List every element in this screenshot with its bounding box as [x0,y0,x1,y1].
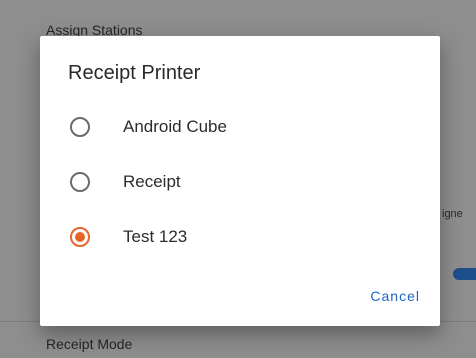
option-label: Test 123 [123,227,188,246]
dialog-title: Receipt Printer [68,62,201,84]
option-label: Android Cube [123,117,227,136]
radio-checked-icon[interactable] [70,227,90,247]
receipt-printer-dialog: Receipt Printer Android Cube Receipt Tes… [40,36,440,326]
option-receipt[interactable]: Receipt [40,158,440,206]
cancel-button[interactable]: Cancel [370,288,420,304]
option-android-cube[interactable]: Android Cube [40,103,440,151]
option-label: Receipt [123,172,181,191]
background-side-label: igne [442,208,463,220]
background-toggle [453,268,476,280]
radio-unchecked-icon[interactable] [70,172,90,192]
background-footer-label: Receipt Mode [46,336,133,352]
option-test-123[interactable]: Test 123 [40,213,440,261]
radio-unchecked-icon[interactable] [70,117,90,137]
